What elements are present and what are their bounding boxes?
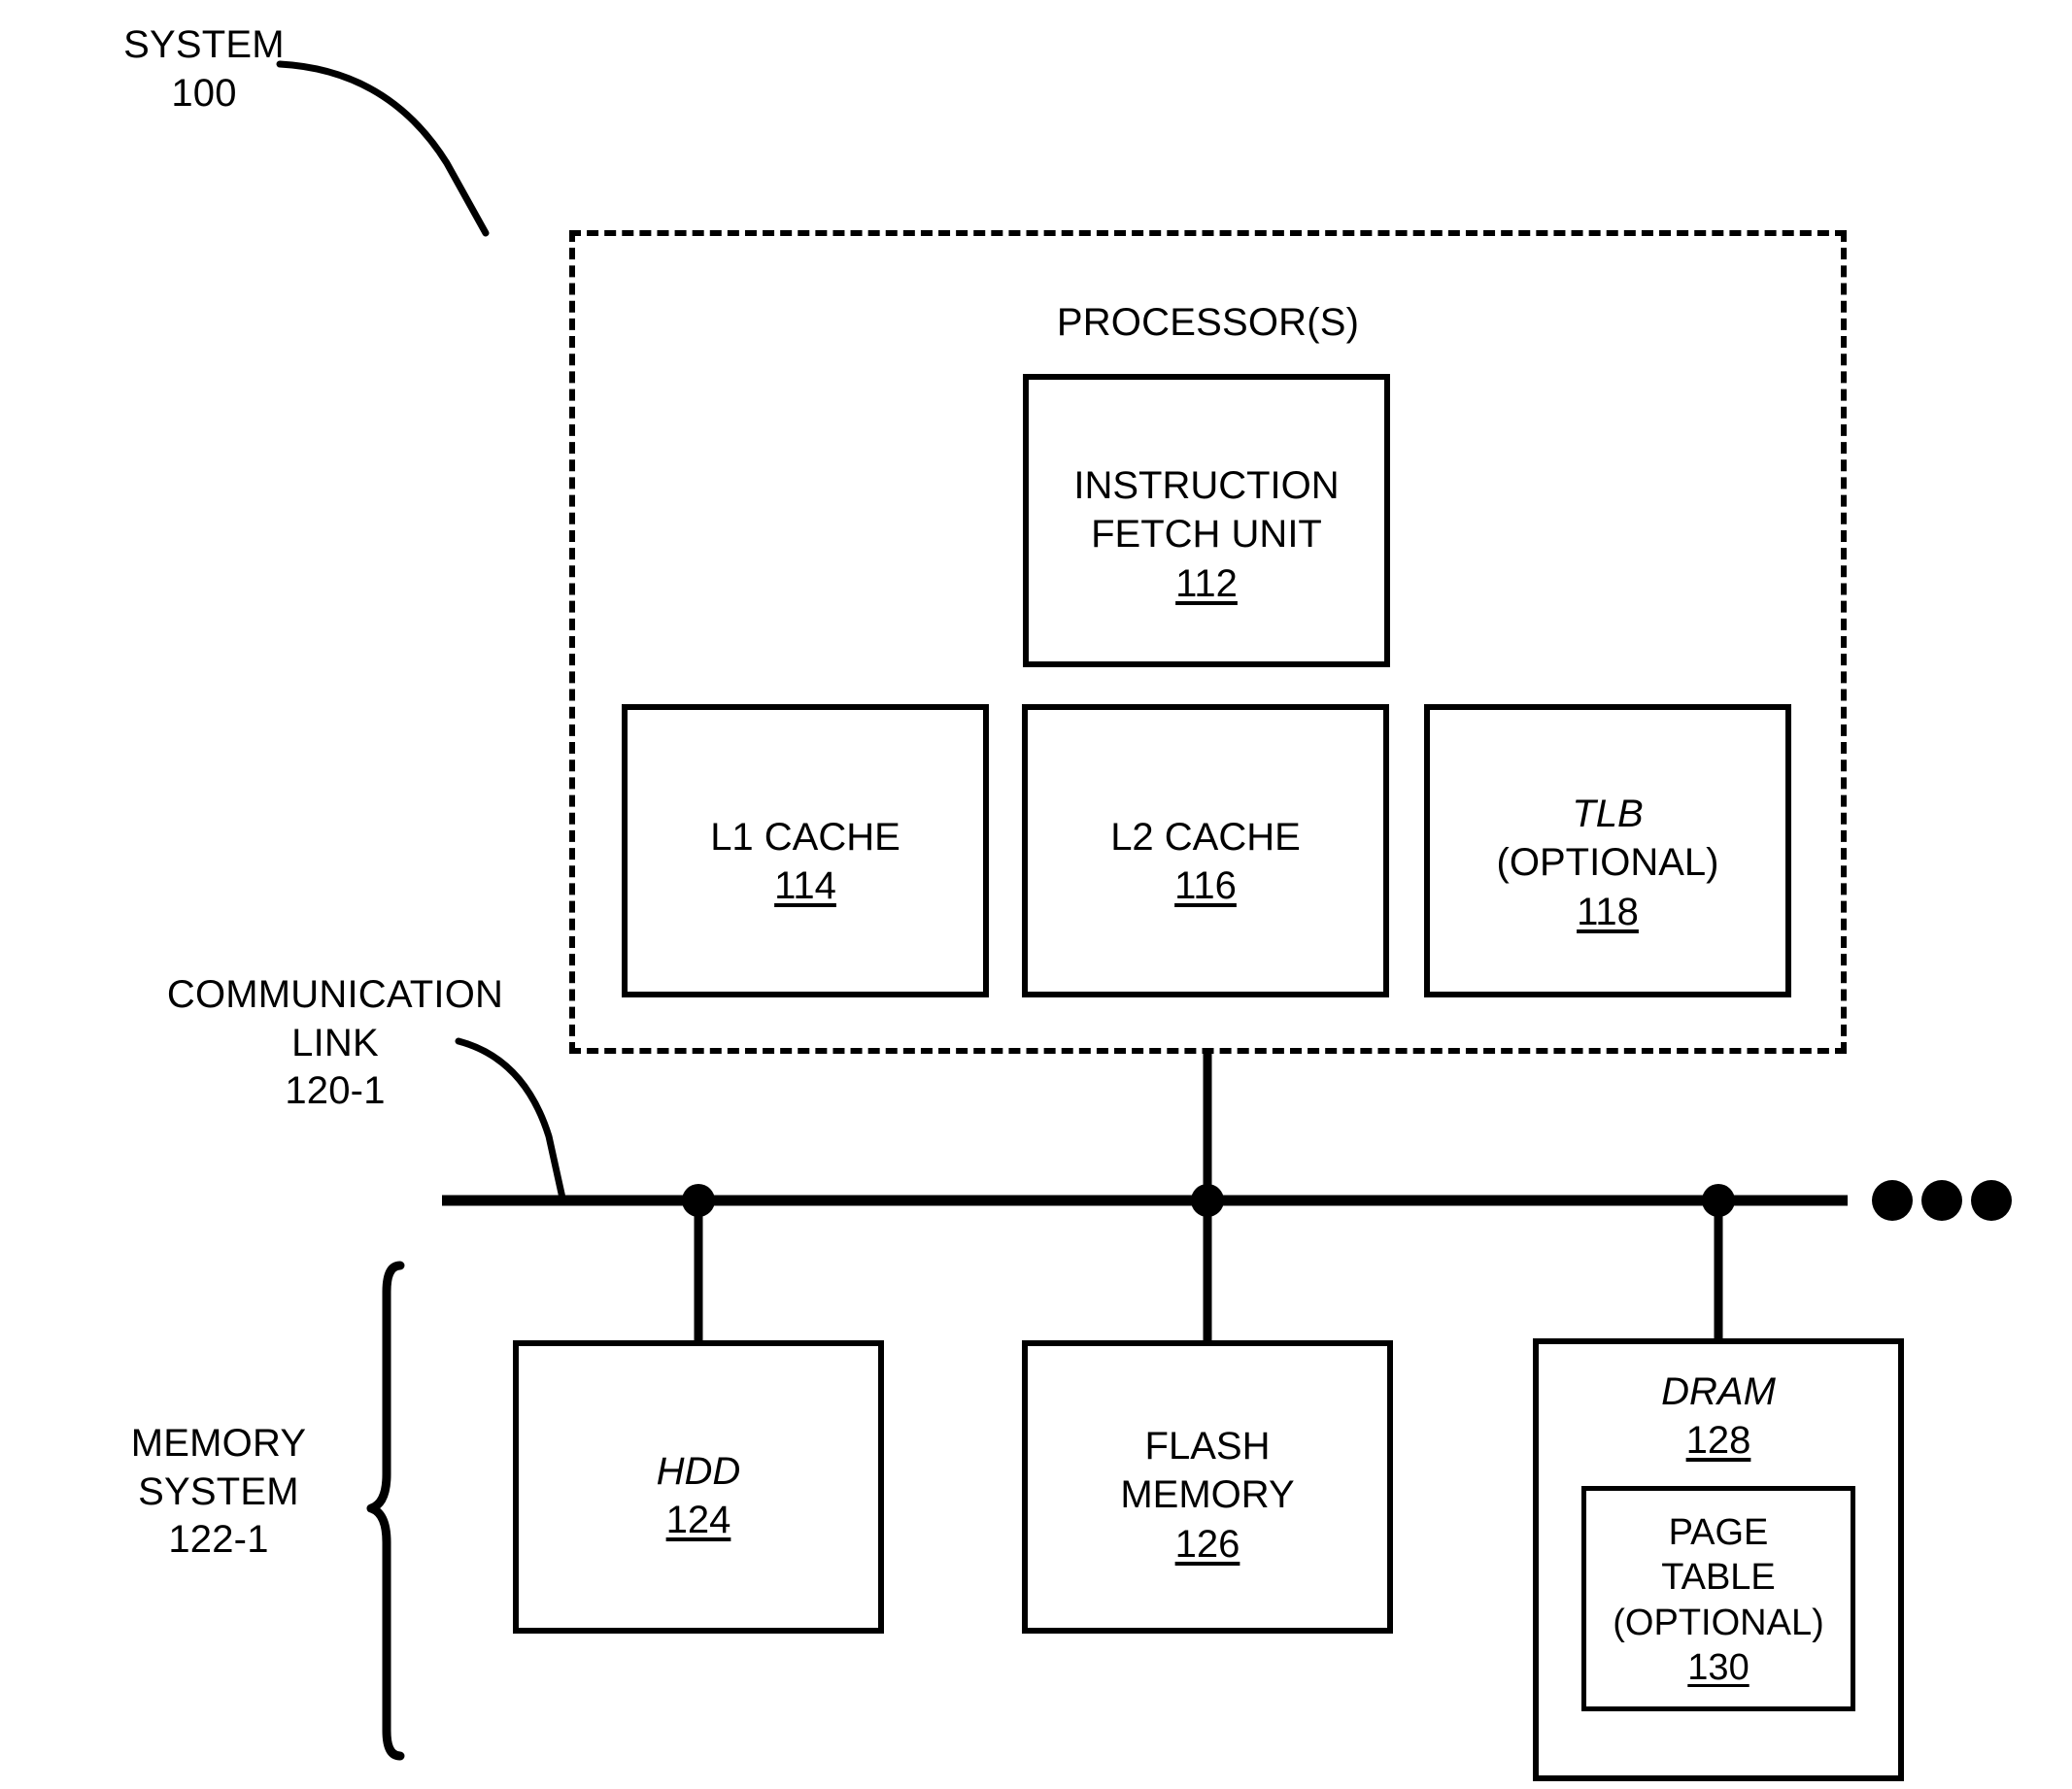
l2-cache-title: L2 CACHE [1110,816,1301,859]
bus-junction-dot-flash [1191,1184,1224,1217]
flash-memory-ref: 126 [1174,1522,1240,1566]
instruction-fetch-unit-ref: 112 [1175,561,1238,605]
l2-cache-ref: 116 [1174,864,1237,908]
bus-ellipsis-dot [1971,1180,2012,1221]
l1-cache-text: L1 CACHE 114 [628,813,983,911]
bus-junction-dot-hdd [682,1184,715,1217]
instruction-fetch-unit-title: INSTRUCTION FETCH UNIT [1073,464,1340,557]
page-table-ref: 130 [1687,1647,1749,1689]
l1-cache-ref: 114 [774,864,836,908]
memory-system-label: MEMORY SYSTEM 122-1 [130,1422,307,1562]
bus-ellipsis-dot [1872,1180,1913,1221]
dram-title: DRAM [1661,1370,1776,1413]
tlb-title: TLB [1572,793,1644,835]
tlb-qualifier: (OPTIONAL) [1496,841,1719,885]
l1-cache-title: L1 CACHE [710,816,900,859]
instruction-fetch-unit-box[interactable]: INSTRUCTION FETCH UNIT 112 [1023,374,1390,667]
page-table-title: PAGE TABLE (OPTIONAL) [1613,1512,1824,1643]
flash-memory-box[interactable]: FLASH MEMORY 126 [1022,1340,1393,1634]
system-label: SYSTEM 100 [123,23,285,115]
bus-ellipsis-dot [1921,1180,1962,1221]
instruction-fetch-unit-text: INSTRUCTION FETCH UNIT 112 [1029,461,1384,608]
l1-cache-box[interactable]: L1 CACHE 114 [622,704,989,997]
flash-memory-title: FLASH MEMORY [1120,1425,1295,1517]
page-table-box[interactable]: PAGE TABLE (OPTIONAL) 130 [1581,1486,1855,1711]
l2-cache-box[interactable]: L2 CACHE 116 [1022,704,1389,997]
processor-title: PROCESSOR(S) [1056,300,1360,344]
hdd-title: HDD [656,1450,741,1493]
tlb-text: TLB (OPTIONAL) 118 [1430,790,1785,936]
tlb-box[interactable]: TLB (OPTIONAL) 118 [1424,704,1791,997]
page-table-text: PAGE TABLE (OPTIONAL) 130 [1586,1510,1851,1690]
bus-junction-dot-dram [1702,1184,1735,1217]
l2-cache-text: L2 CACHE 116 [1028,813,1383,911]
dram-text: DRAM 128 [1539,1367,1898,1466]
communication-link-label: COMMUNICATION LINK 120-1 [166,973,504,1113]
dram-ref: 128 [1685,1419,1751,1463]
tlb-ref: 118 [1577,890,1639,933]
patent-block-diagram: SYSTEM100 PROCESSOR(S) 110 INSTRUCTIONFE… [0,0,2072,1789]
hdd-ref: 124 [665,1499,731,1542]
hdd-box[interactable]: HDD 124 [513,1340,884,1634]
hdd-text: HDD 124 [519,1447,878,1545]
flash-memory-text: FLASH MEMORY 126 [1028,1422,1387,1569]
